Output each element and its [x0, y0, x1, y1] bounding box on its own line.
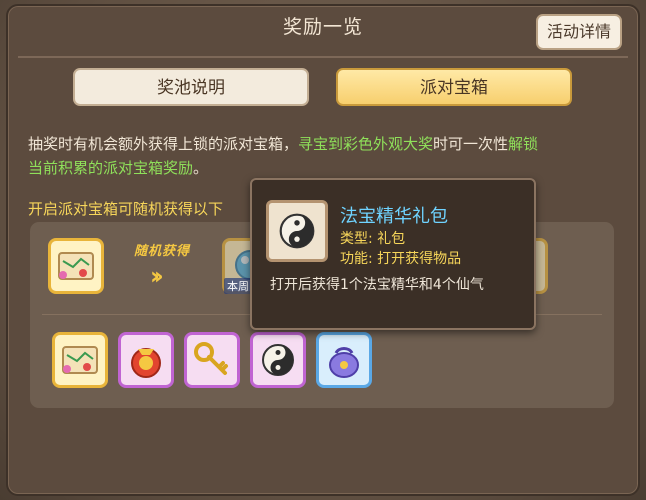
- open-chest-hint: 开启派对宝箱可随机获得以下: [28, 200, 224, 218]
- desc-part: 。: [193, 159, 209, 177]
- blue-pouch-icon: [329, 347, 359, 378]
- item-red-pouch[interactable]: [118, 332, 174, 388]
- desc-highlight: 寻宝到彩色外观大奖: [298, 135, 434, 153]
- scroll-map-icon: [62, 346, 98, 374]
- yin-yang-icon: [262, 344, 294, 376]
- desc-part: 时可一次性: [433, 135, 509, 153]
- activity-detail-button[interactable]: 活动详情: [536, 14, 622, 50]
- desc-part: 抽奖时有机会额外获得上锁的派对宝箱，: [28, 135, 299, 153]
- tooltip-item-function: 功能: 打开获得物品: [340, 251, 462, 267]
- item-tooltip: 法宝精华礼包 类型: 礼包 功能: 打开获得物品 打开后获得1个法宝精华和4个仙…: [250, 178, 536, 330]
- scroll-map-icon: [58, 252, 94, 280]
- tooltip-item-name: 法宝精华礼包: [340, 206, 448, 227]
- title-divider: [18, 56, 628, 58]
- item-scroll-map[interactable]: [48, 238, 104, 294]
- description-text: 抽奖时有机会额外获得上锁的派对宝箱，寻宝到彩色外观大奖时可一次性解锁当前积累的派…: [28, 132, 618, 180]
- desc-highlight: 当前积累的派对宝箱奖励: [28, 159, 194, 177]
- weekly-tag: 本周: [224, 278, 252, 294]
- item-golden-key[interactable]: [184, 332, 240, 388]
- random-obtain-label: 随机获得: [134, 244, 191, 259]
- tooltip-item-frame: [266, 200, 328, 262]
- item-blue-gift-pouch[interactable]: [316, 332, 372, 388]
- tab-party-chest[interactable]: 派对宝箱: [336, 68, 572, 106]
- golden-key-icon: [194, 342, 228, 375]
- yin-yang-icon: [279, 213, 315, 249]
- tooltip-item-description: 打开后获得1个法宝精华和4个仙气: [270, 277, 484, 293]
- desc-highlight: 解锁: [508, 135, 539, 153]
- tab-pool-info[interactable]: 奖池说明: [73, 68, 309, 106]
- double-arrow-icon: ››: [150, 262, 164, 290]
- item-scroll-map[interactable]: [52, 332, 108, 388]
- tooltip-item-type: 类型: 礼包: [340, 231, 406, 247]
- item-yin-yang-charm[interactable]: [250, 332, 306, 388]
- red-pouch-icon: [131, 348, 161, 378]
